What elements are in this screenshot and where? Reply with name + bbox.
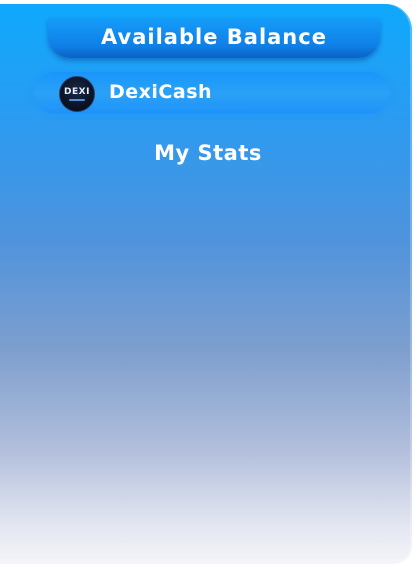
title-bar: Available Balance: [48, 18, 380, 58]
balance-panel: Available Balance DEXI DexiCash: [0, 4, 412, 564]
panel-title: Available Balance: [101, 24, 327, 49]
currency-balance-row[interactable]: DEXI DexiCash: [34, 72, 390, 114]
coin-logo-text: DEXI: [64, 86, 90, 97]
coin-logo-underline: [69, 98, 85, 101]
dexicash-logo-icon: DEXI: [59, 76, 95, 112]
stats-heading: My Stats: [154, 141, 262, 165]
currency-name: DexiCash: [109, 81, 213, 103]
